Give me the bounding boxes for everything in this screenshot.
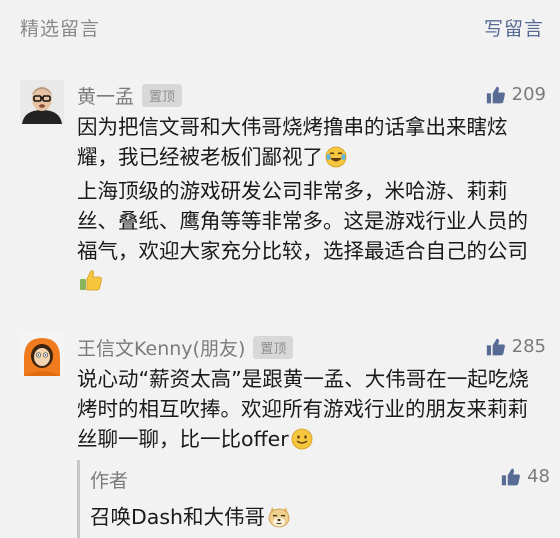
comment-author[interactable]: 黄一孟 置顶 [77, 82, 183, 109]
write-comment-link[interactable]: 写留言 [484, 14, 544, 41]
doge-emoji-icon [267, 506, 291, 533]
comment-paragraph: 说心动“薪资太高”是跟黄一孟、大伟哥在一起吃烧烤时的相互吹捧。欢迎所有游戏行业的… [77, 364, 547, 458]
reply-author: 作者 [90, 470, 129, 492]
thumbs-up-icon [486, 86, 505, 103]
laughing-tears-emoji-icon [325, 146, 347, 176]
avatar[interactable] [20, 332, 64, 376]
avatar[interactable] [20, 80, 64, 124]
thumbs-up-emoji-icon [79, 268, 103, 300]
like-count: 209 [511, 84, 546, 105]
smile-emoji-icon [291, 428, 313, 458]
pinned-badge: 置顶 [142, 84, 183, 107]
featured-comments-title: 精选留言 [20, 18, 101, 40]
pinned-badge: 置顶 [253, 336, 294, 359]
reply-like-count: 48 [527, 466, 550, 487]
thumbs-up-icon [486, 338, 505, 355]
comments-header: 精选留言 写留言 [0, 0, 560, 56]
comment-author[interactable]: 王信文Kenny(朋友) 置顶 [77, 334, 294, 361]
reply-like-button[interactable]: 48 [501, 466, 550, 487]
author-name[interactable]: 王信文Kenny(朋友) [77, 338, 245, 360]
like-count: 285 [511, 336, 546, 357]
like-button[interactable]: 285 [486, 336, 546, 357]
like-button[interactable]: 209 [486, 84, 546, 105]
thumbs-up-icon [501, 468, 520, 485]
comment-body: 说心动“薪资太高”是跟黄一孟、大伟哥在一起吃烧烤时的相互吹捧。欢迎所有游戏行业的… [77, 364, 547, 458]
author-name[interactable]: 黄一孟 [77, 86, 134, 108]
comment-body: 因为把信文哥和大伟哥烧烤撸串的话拿出来瞎炫耀，我已经被老板们鄙视了 上海顶级的游… [77, 112, 547, 300]
comment-paragraph: 上海顶级的游戏研发公司非常多，米哈游、莉莉丝、叠纸、鹰角等等非常多。这是游戏行业… [77, 176, 547, 300]
comment-paragraph: 因为把信文哥和大伟哥烧烤撸串的话拿出来瞎炫耀，我已经被老板们鄙视了 [77, 112, 547, 176]
author-reply: 作者 48 召唤Dash和大伟哥 [77, 460, 550, 538]
reply-text: 召唤Dash和大伟哥 [90, 500, 291, 533]
